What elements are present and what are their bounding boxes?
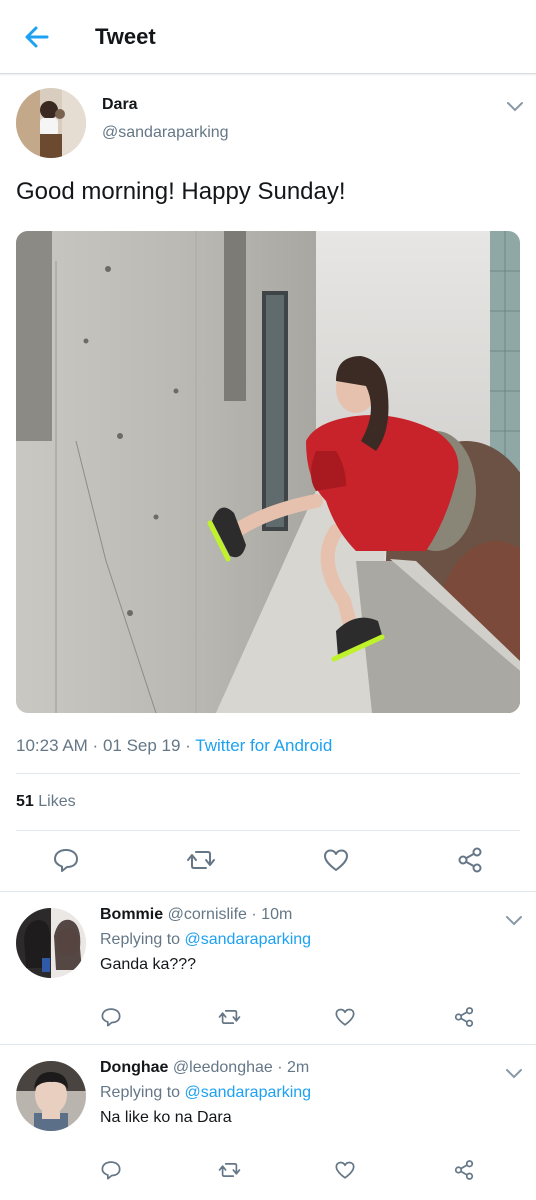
top-app-bar: Tweet [0,0,536,74]
chevron-down-icon[interactable] [505,914,523,926]
likes-number: 51 [16,793,34,810]
share-icon[interactable] [456,846,484,879]
reply-header: Bommie @cornislife · 10m [100,906,293,923]
reply-author-name[interactable]: Bommie [100,906,163,923]
replying-to: Replying to @sandaraparking [100,1084,311,1102]
reply-author-name[interactable]: Donghae [100,1059,168,1076]
likes-count[interactable]: 51 Likes [16,793,76,811]
avatar[interactable] [16,1061,86,1131]
divider [16,830,520,831]
reply-tweet[interactable]: Donghae @leedonghae · 2m Replying to @sa… [0,1045,536,1200]
divider [16,773,520,774]
share-icon[interactable] [453,1159,475,1186]
retweet-icon[interactable] [186,846,216,879]
replying-to-label: Replying to [100,931,181,948]
reply-author-handle[interactable]: @cornislife [168,906,247,923]
tweet-photo[interactable] [16,231,520,713]
chevron-down-icon[interactable] [505,1067,523,1079]
reply-actions [0,1004,536,1044]
reply-actions [0,1157,536,1197]
replying-to-label: Replying to [100,1084,181,1101]
author-handle[interactable]: @sandaraparking [102,124,229,142]
replying-to: Replying to @sandaraparking [100,931,311,949]
replying-to-handle[interactable]: @sandaraparking [185,931,312,948]
avatar[interactable] [16,88,86,158]
retweet-icon[interactable] [218,1006,241,1033]
reply-header: Donghae @leedonghae · 2m [100,1059,310,1076]
tweet-actions [0,842,536,882]
arrow-left-icon[interactable] [20,20,54,54]
chevron-down-icon[interactable] [506,100,524,112]
tweet-date: 01 Sep 19 [102,736,181,755]
tweet-timestamp: 10:23 AM · 01 Sep 19 · Twitter for Andro… [16,736,333,755]
reply-author-handle[interactable]: @leedonghae [173,1059,273,1076]
page-title: Tweet [95,24,156,49]
reply-age: 2m [287,1059,310,1076]
tweet-source-link[interactable]: Twitter for Android [195,736,332,755]
reply-icon[interactable] [100,1006,122,1033]
author-name[interactable]: Dara [102,96,138,114]
like-icon[interactable] [334,1159,356,1186]
reply-text: Ganda ka??? [100,956,197,973]
replying-to-handle[interactable]: @sandaraparking [185,1084,312,1101]
likes-label: Likes [38,793,76,810]
reply-text: Na like ko na Dara [100,1109,232,1126]
like-icon[interactable] [334,1006,356,1033]
reply-tweet[interactable]: Bommie @cornislife · 10m Replying to @sa… [0,892,536,1044]
reply-icon[interactable] [52,846,80,879]
reply-icon[interactable] [100,1159,122,1186]
share-icon[interactable] [453,1006,475,1033]
tweet-time: 10:23 AM [16,736,88,755]
like-icon[interactable] [322,846,350,879]
avatar[interactable] [16,908,86,978]
retweet-icon[interactable] [218,1159,241,1186]
tweet-text: Good morning! Happy Sunday! [16,178,346,205]
reply-age: 10m [261,906,293,923]
